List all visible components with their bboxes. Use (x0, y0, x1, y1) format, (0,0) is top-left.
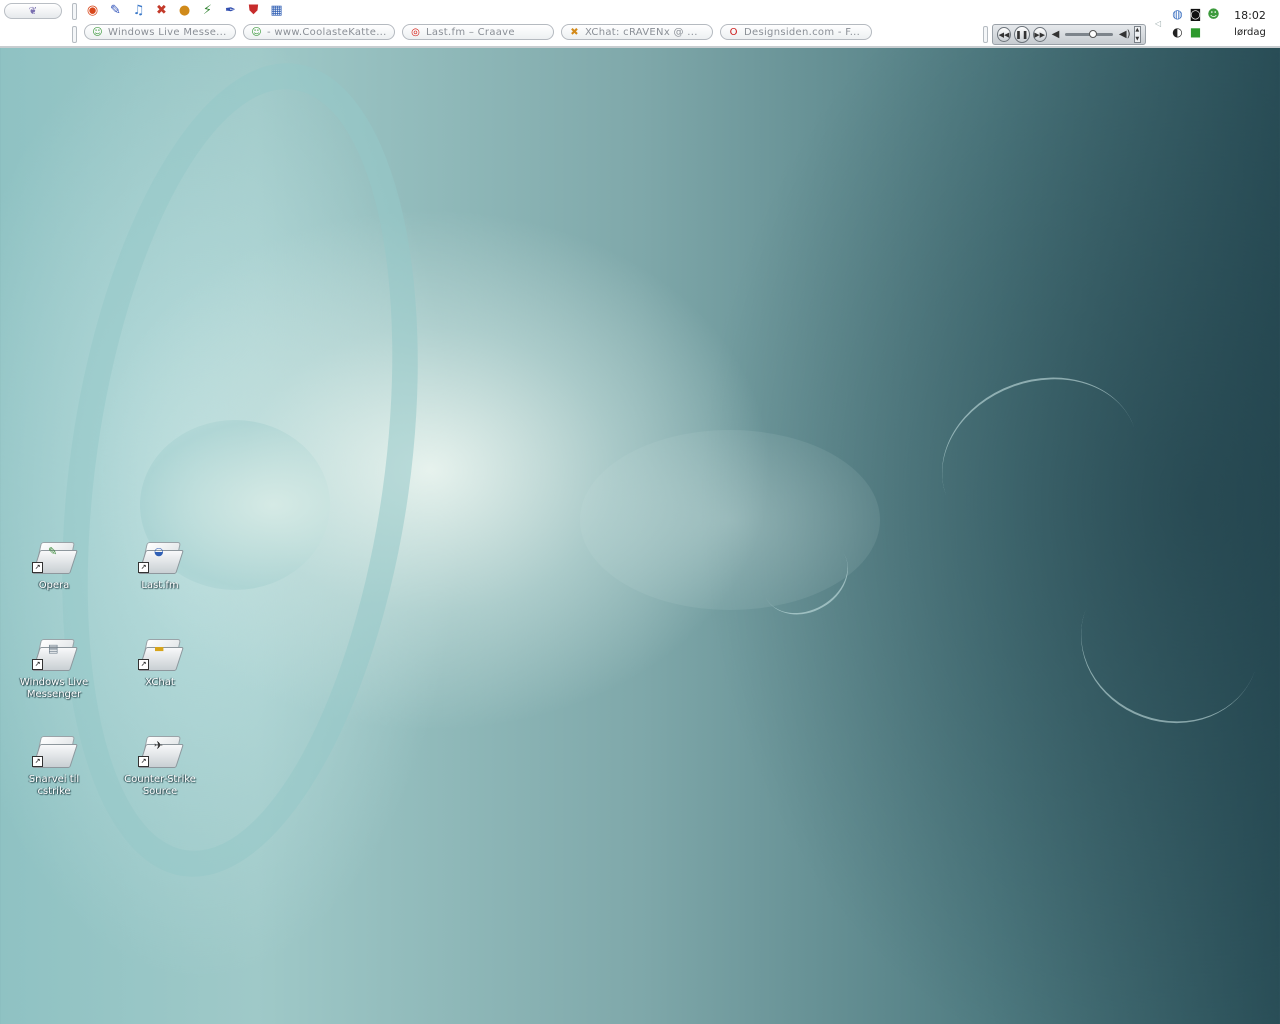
messenger-icon: ☺ (251, 26, 262, 38)
desktop-icon-windows-live-messenger[interactable]: ▤ ↗ Windows Live Messenger (12, 637, 96, 701)
desktop-icon-snarvei-cstrike[interactable]: ↗ Snarvei til cstrike (12, 734, 96, 798)
folder-icon: ◒ ↗ (138, 540, 184, 574)
desktop-icon-counter-strike-source[interactable]: ✈ ↗ Counter-Strike Source (118, 734, 202, 798)
folder-icon: ✎ ↗ (32, 540, 78, 574)
chevron-up-icon: ▲ (1135, 27, 1140, 33)
task-label: Windows Live Messe... (108, 26, 227, 38)
shortcut-arrow-icon: ↗ (32, 659, 43, 670)
task-label: Last.fm – Craave (426, 26, 515, 38)
volume-max-icon: ◀) (1118, 29, 1131, 40)
desktop-icon-label: Last.fm (141, 580, 179, 591)
chevron-down-icon: ▼ (1135, 36, 1140, 42)
media-player: ◀◀ ❚❚ ▶▶ ◀ ◀) ▲ ▼ (992, 24, 1146, 45)
system-tray: ◍ ◙ ☻ ◐ ■ (1170, 6, 1224, 39)
taskbar: ❦ ◉ ✎ ♫ ✖ ● ⚡ ✒ ⛊ ▦ ☺ Windows Live Messe... ☺ - www… (0, 0, 1280, 48)
shortcut-arrow-icon: ↗ (32, 756, 43, 767)
desktop-icon-label: Opera (38, 580, 70, 591)
lastfm-icon: ◎ (411, 26, 420, 38)
task-list: ☺ Windows Live Messe... ☺ - www.CoolasteKat… (84, 24, 872, 42)
color-flag-icon[interactable]: ■ (1188, 24, 1203, 39)
volume-slider-thumb[interactable] (1089, 30, 1098, 38)
task-coolastekatte[interactable]: ☺ - www.CoolasteKatte... (243, 24, 395, 40)
desktop-icon-xchat[interactable]: ▬ ↗ XChat (118, 637, 202, 689)
task-label: Designsiden.com - F... (744, 26, 861, 38)
next-icon: ▶▶ (1034, 30, 1045, 39)
app-badge-icon: ▬ (154, 642, 165, 655)
task-windows-live-messenger[interactable]: ☺ Windows Live Messe... (84, 24, 236, 40)
folder-icon: ↗ (32, 734, 78, 768)
app-badge-icon: ◒ (154, 545, 164, 558)
volume-icon: ◀ (1051, 29, 1060, 40)
app-badge-icon: ✈ (154, 739, 164, 752)
pause-button[interactable]: ❚❚ (1013, 26, 1030, 43)
next-button[interactable]: ▶▶ (1032, 27, 1047, 42)
pause-icon: ❚❚ (1015, 30, 1029, 39)
winamp-icon[interactable]: ⚡ (199, 2, 216, 19)
task-designsiden[interactable]: O Designsiden.com - F... (720, 24, 872, 40)
app-badge-icon: ▤ (48, 642, 59, 655)
previous-icon: ◀◀ (998, 30, 1010, 39)
steam-icon[interactable]: ◙ (1188, 6, 1203, 21)
msn-status-icon[interactable]: ☻ (1206, 6, 1221, 21)
desktop-icon-label: Counter-Strike Source (124, 774, 196, 797)
quicklaunch-bar: ◉ ✎ ♫ ✖ ● ⚡ ✒ ⛊ ▦ (84, 2, 285, 20)
tray-expand-icon[interactable]: ◁ (1155, 19, 1161, 28)
folder-icon: ▤ ↗ (32, 637, 78, 671)
folder-icon: ✈ ↗ (138, 734, 184, 768)
desktop-icon-label: XChat (145, 677, 175, 688)
globe-icon[interactable]: ◐ (1170, 24, 1185, 39)
clock-time[interactable]: 18:02 (1232, 9, 1268, 22)
desktop-icon-lastfm[interactable]: ◒ ↗ Last.fm (118, 540, 202, 592)
tasks-grip[interactable] (72, 26, 77, 43)
task-lastfm[interactable]: ◎ Last.fm – Craave (402, 24, 554, 40)
desktop-icon-label: Windows Live Messenger (19, 677, 89, 700)
messenger-icon: ☺ (92, 26, 103, 38)
shortcut-arrow-icon: ↗ (138, 562, 149, 573)
previous-button[interactable]: ◀◀ (997, 27, 1011, 42)
folder-icon: ▬ ↗ (138, 637, 184, 671)
xchat-icon[interactable]: ✖ (153, 2, 170, 19)
network-icon[interactable]: ◍ (1170, 6, 1185, 21)
desktop-icon-label: Snarvei til cstrike (28, 774, 80, 797)
player-scroll[interactable]: ▲ ▼ (1133, 26, 1141, 43)
task-label: - www.CoolasteKatte... (267, 26, 387, 38)
ball-icon[interactable]: ● (176, 2, 193, 19)
start-icon: ❦ (28, 5, 38, 17)
xchat-icon: ✖ (570, 26, 579, 38)
wallpaper-wisp (918, 350, 1162, 572)
itunes-icon[interactable]: ♫ (130, 2, 147, 19)
wallpaper-wisp (1057, 534, 1280, 748)
desktop-icon-opera[interactable]: ✎ ↗ Opera (12, 540, 96, 592)
shortcut-arrow-icon: ↗ (138, 756, 149, 767)
app-badge-icon: ✎ (48, 545, 58, 558)
start-button[interactable]: ❦ (4, 3, 62, 19)
task-xchat[interactable]: ✖ XChat: cRAVENx @ ... (561, 24, 713, 40)
volume-slider[interactable] (1065, 30, 1113, 38)
task-label: XChat: cRAVENx @ ... (585, 26, 698, 38)
shortcut-arrow-icon: ↗ (138, 659, 149, 670)
pen-icon[interactable]: ✒ (222, 2, 239, 19)
shield-icon[interactable]: ⛊ (245, 2, 262, 19)
clock-day[interactable]: lørdag (1232, 27, 1268, 38)
quicklaunch-grip[interactable] (72, 3, 77, 20)
window-icon[interactable]: ▦ (268, 2, 285, 19)
shortcut-arrow-icon: ↗ (32, 562, 43, 573)
player-grip[interactable] (983, 26, 988, 43)
firefox-icon[interactable]: ◉ (84, 2, 101, 19)
opera-icon: O (729, 26, 738, 38)
pin-icon[interactable]: ✎ (107, 2, 124, 19)
